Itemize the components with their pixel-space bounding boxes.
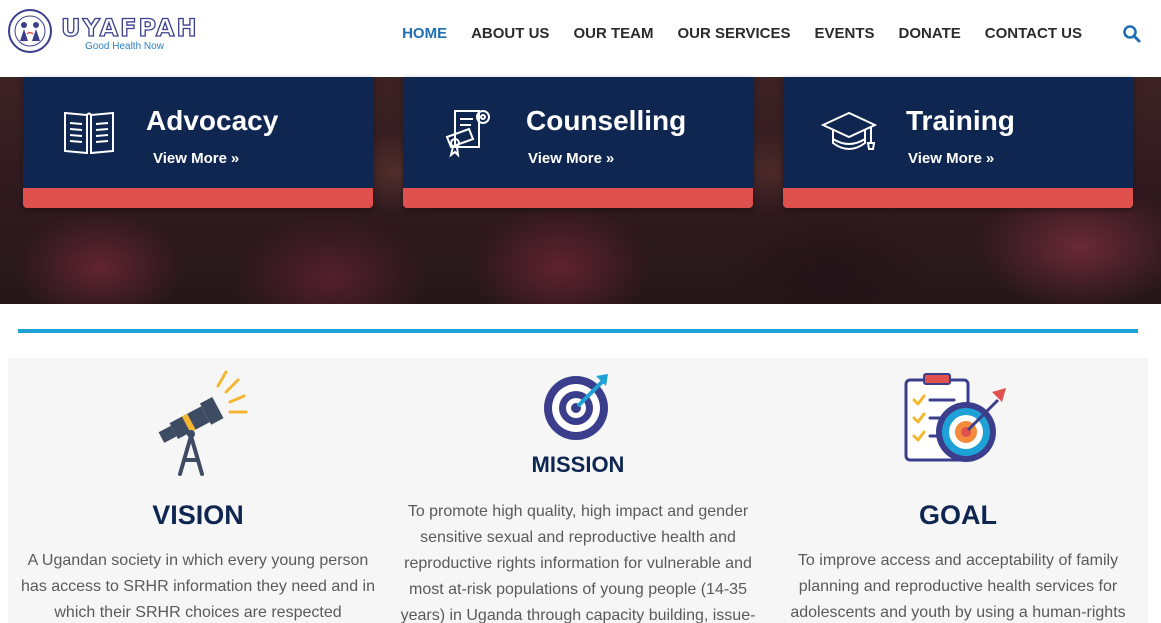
service-title-advocacy: Advocacy: [146, 105, 279, 136]
view-more-label: View More: [153, 150, 227, 167]
vision-mission-goal-section: VISION A Ugandan society in which every …: [8, 358, 1148, 623]
vision-title: VISION: [152, 500, 244, 530]
target-arrow-icon: [544, 374, 608, 440]
service-card-advocacy[interactable]: Advocacy View More»: [23, 77, 373, 208]
checklist-target-icon: [904, 373, 1006, 462]
view-more-link-advocacy[interactable]: View More»: [153, 150, 239, 167]
certificate-gear-icon: [445, 110, 490, 158]
main-nav: HOME ABOUT US OUR TEAM OUR SERVICES EVEN…: [390, 24, 1094, 44]
double-chevron-right-icon: »: [605, 150, 615, 167]
view-more-label: View More: [908, 150, 982, 167]
goal-text: To improve access and acceptability of f…: [790, 552, 1126, 621]
service-card-training[interactable]: Training View More»: [783, 77, 1133, 208]
double-chevron-right-icon: »: [985, 150, 995, 167]
service-title-training: Training: [906, 105, 1015, 136]
view-more-link-counselling[interactable]: View More»: [528, 150, 614, 167]
logo-seal-icon: [8, 9, 52, 53]
double-chevron-right-icon: »: [230, 150, 240, 167]
nav-our-team[interactable]: OUR TEAM: [561, 24, 665, 44]
nav-contact-us[interactable]: CONTACT US: [973, 24, 1094, 44]
card-accent-bar: [783, 188, 1133, 208]
goal-title: GOAL: [919, 500, 997, 530]
view-more-label: View More: [528, 150, 602, 167]
search-icon[interactable]: [1122, 24, 1142, 44]
service-card-counselling[interactable]: Counselling View More»: [403, 77, 753, 208]
logo-wordmark: UYAFPAH: [60, 13, 199, 42]
nav-about-us[interactable]: ABOUT US: [459, 24, 561, 44]
section-divider: [18, 329, 1138, 333]
site-logo[interactable]: UYAFPAH Good Health Now: [7, 8, 197, 54]
mission-title: MISSION: [531, 452, 625, 477]
vision-column: VISION A Ugandan society in which every …: [8, 358, 388, 623]
card-accent-bar: [23, 188, 373, 208]
logo-tagline: Good Health Now: [85, 41, 164, 52]
nav-events[interactable]: EVENTS: [803, 24, 887, 44]
site-header: UYAFPAH Good Health Now HOME ABOUT US OU…: [0, 0, 1161, 77]
graduation-cap-icon: [821, 111, 877, 150]
mission-text: To promote high quality, high impact and…: [400, 503, 756, 623]
open-book-icon: [64, 111, 114, 155]
goal-column: GOAL To improve access and acceptability…: [768, 358, 1148, 623]
telescope-icon: [158, 370, 248, 476]
vision-text: A Ugandan society in which every young p…: [21, 552, 375, 621]
card-accent-bar: [403, 188, 753, 208]
nav-donate[interactable]: DONATE: [887, 24, 973, 44]
view-more-link-training[interactable]: View More»: [908, 150, 994, 167]
nav-our-services[interactable]: OUR SERVICES: [665, 24, 802, 44]
nav-home[interactable]: HOME: [390, 24, 459, 44]
service-title-counselling: Counselling: [526, 105, 687, 136]
mission-column: MISSION To promote high quality, high im…: [388, 358, 768, 623]
